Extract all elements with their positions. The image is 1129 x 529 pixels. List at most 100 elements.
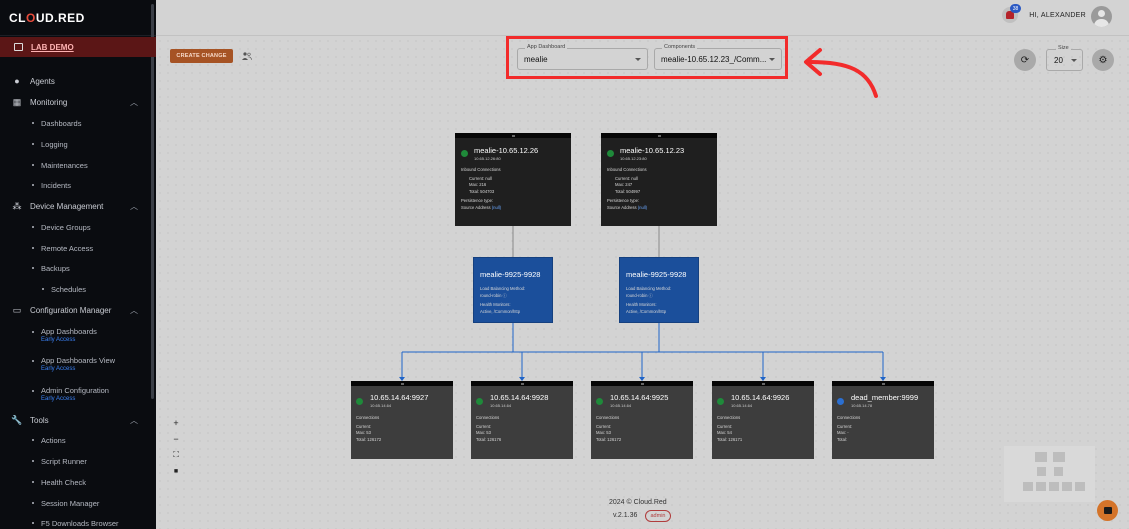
persistence-value: Source Address (null) <box>607 205 647 212</box>
node-title: 10.65.14.64:9925 <box>610 393 669 402</box>
lock-button[interactable]: ■ <box>170 465 182 477</box>
lb-method-row: round-robin ⓘ <box>480 293 525 300</box>
persistence-link[interactable]: (null) <box>638 205 647 210</box>
pool-card[interactable]: mealie-9925-9928 Load Balancing Method: … <box>619 257 699 323</box>
sidebar-item-device-groups[interactable]: Device Groups <box>0 222 156 232</box>
avatar[interactable] <box>1091 6 1112 27</box>
pool-member-card[interactable]: 10.65.14.64:9927 10.65.14.64 Connections… <box>351 381 453 459</box>
sidebar-item-label: Backups <box>41 263 70 273</box>
brand-logo[interactable]: CL O UD. RED <box>0 0 156 36</box>
sidebar-item-device-management[interactable]: ⁂ Device Management ︿ <box>0 200 156 212</box>
sidebar-item-text: App Dashboards Early Access <box>41 327 97 345</box>
sidebar-item-incidents[interactable]: Incidents <box>0 180 156 190</box>
notifications-button[interactable]: 38 <box>1002 4 1021 23</box>
status-up-icon <box>476 398 483 405</box>
logo-text-a: CL <box>9 10 26 25</box>
sidebar-item-f5-downloads-browser[interactable]: F5 Downloads Browser <box>0 518 156 528</box>
bullet-icon <box>32 267 34 269</box>
bullet-icon <box>32 522 34 524</box>
lab-demo-link[interactable]: LAB DEMO <box>0 37 156 57</box>
minimap-node <box>1036 482 1046 491</box>
sidebar-item-logging[interactable]: Logging <box>0 139 156 149</box>
connections-label: Connections <box>837 415 861 420</box>
sidebar-item-actions[interactable]: Actions <box>0 435 156 445</box>
node-title: mealie-9925-9928 <box>480 270 541 279</box>
member-details: Connections Current: Max: - Total: <box>837 415 860 443</box>
refresh-button[interactable]: ⟳ <box>1014 49 1036 71</box>
sidebar-item-label: Script Runner <box>41 456 87 466</box>
node-title: dead_member:9999 <box>851 393 919 402</box>
pool-member-card[interactable]: 10.65.14.64:9925 10.65.14.64 Connections… <box>591 381 693 459</box>
minimap-node <box>1075 482 1085 491</box>
early-access-tag: Early Access <box>41 396 76 402</box>
source-address: Source Address <box>461 204 491 210</box>
pool-member-card[interactable]: 10.65.14.64:9928 10.65.14.64 Connections… <box>471 381 573 459</box>
bullet-icon <box>32 331 34 333</box>
bullet-icon <box>32 122 34 124</box>
main-area: 38 HI, ALEXANDER mealie-10.65.12.26 10.6… <box>156 0 1129 529</box>
bullet-icon <box>32 390 34 392</box>
size-select[interactable]: Size 20 <box>1046 45 1083 71</box>
node-address: 10.65.12.26:80 <box>474 156 501 161</box>
sidebar-item-label: Health Check <box>41 477 87 487</box>
sidebar-item-maintenances[interactable]: Maintenances <box>0 160 156 170</box>
sidebar-item-label: F5 Downloads Browser <box>41 518 119 528</box>
users-icon[interactable] <box>242 52 252 60</box>
create-change-button[interactable]: CREATE CHANGE <box>170 49 233 63</box>
avatar-shoulders <box>1094 19 1109 27</box>
avatar-head <box>1098 10 1105 17</box>
sidebar-item-schedules[interactable]: Schedules <box>0 284 156 294</box>
sidebar-item-session-manager[interactable]: Session Manager <box>0 498 156 508</box>
topology-canvas[interactable]: mealie-10.65.12.26 10.65.12.26:80 Inboun… <box>156 37 1129 529</box>
sidebar-item-tools[interactable]: 🔧 Tools ︿ <box>0 414 156 426</box>
card-header-bar <box>591 381 693 386</box>
minimap-node <box>1049 482 1059 491</box>
card-header-bar <box>471 381 573 386</box>
connections-label: Connections <box>476 415 500 420</box>
total-value: Total: <box>837 436 848 442</box>
sidebar-item-text: App Dashboards View Early Access <box>41 356 115 374</box>
sidebar-item-label: App Dashboards View <box>41 356 116 365</box>
sidebar-item-monitoring[interactable]: ▦ Monitoring ︿ <box>0 96 156 108</box>
early-access-tag: Early Access <box>41 337 76 343</box>
persistence-value: Source Address (null) <box>461 205 501 212</box>
card-header-bar <box>832 381 934 386</box>
sidebar-item-health-check[interactable]: Health Check <box>0 477 156 487</box>
pool-member-card[interactable]: 10.65.14.64:9926 10.65.14.64 Connections… <box>712 381 814 459</box>
sidebar-item-label: Remote Access <box>41 243 94 253</box>
gear-icon: ⚙ <box>1098 54 1108 66</box>
member-details: Connections Current: Max: 53 Total: 1261… <box>596 415 621 443</box>
logo-text-o: O <box>26 10 36 25</box>
inbound-label: Inbound Connections <box>607 167 647 172</box>
chevron-up-icon: ︿ <box>130 415 138 425</box>
sidebar-item-label: Admin Configuration <box>41 386 109 395</box>
sidebar-item-script-runner[interactable]: Script Runner <box>0 456 156 466</box>
refresh-icon: ⟳ <box>1020 54 1030 66</box>
persistence-link[interactable]: (null) <box>492 205 501 210</box>
virtual-server-card[interactable]: mealie-10.65.12.26 10.65.12.26:80 Inboun… <box>455 133 571 226</box>
wrench-icon: 🔧 <box>11 414 23 425</box>
pool-card[interactable]: mealie-9925-9928 Load Balancing Method: … <box>473 257 553 323</box>
virtual-server-card[interactable]: mealie-10.65.12.23 10.65.12.23:80 Inboun… <box>601 133 717 226</box>
settings-button[interactable]: ⚙ <box>1092 49 1114 71</box>
node-details: Inbound Connections Current: null Max: 2… <box>461 167 501 211</box>
sidebar-item-label: Monitoring <box>30 97 68 107</box>
sidebar-item-remote-access[interactable]: Remote Access <box>0 243 156 253</box>
user-greeting[interactable]: HI, ALEXANDER <box>1029 12 1086 19</box>
pool-member-card[interactable]: dead_member:9999 10.65.14.78 Connections… <box>832 381 934 459</box>
sidebar-item-backups[interactable]: Backups <box>0 263 156 273</box>
lab-demo-label: LAB DEMO <box>31 42 74 52</box>
sidebar-item-label: Actions <box>41 435 66 445</box>
sidebar-item-configuration-manager[interactable]: ▭ Configuration Manager ︿ <box>0 304 156 316</box>
sidebar-item-agents[interactable]: ● Agents <box>0 75 156 87</box>
palette-icon: ● <box>14 76 20 86</box>
sidebar-item-label: Device Groups <box>41 222 91 232</box>
zoom-out-button[interactable]: − <box>170 433 182 445</box>
zoom-in-button[interactable]: + <box>170 417 182 429</box>
sidebar-item-dashboards[interactable]: Dashboards <box>0 118 156 128</box>
drag-handle-icon <box>640 382 644 385</box>
fit-view-button[interactable]: ⛶ <box>170 449 182 461</box>
minimap[interactable] <box>1004 446 1095 502</box>
chat-button[interactable] <box>1097 500 1118 521</box>
total-value: Total: 504703 <box>469 188 495 194</box>
